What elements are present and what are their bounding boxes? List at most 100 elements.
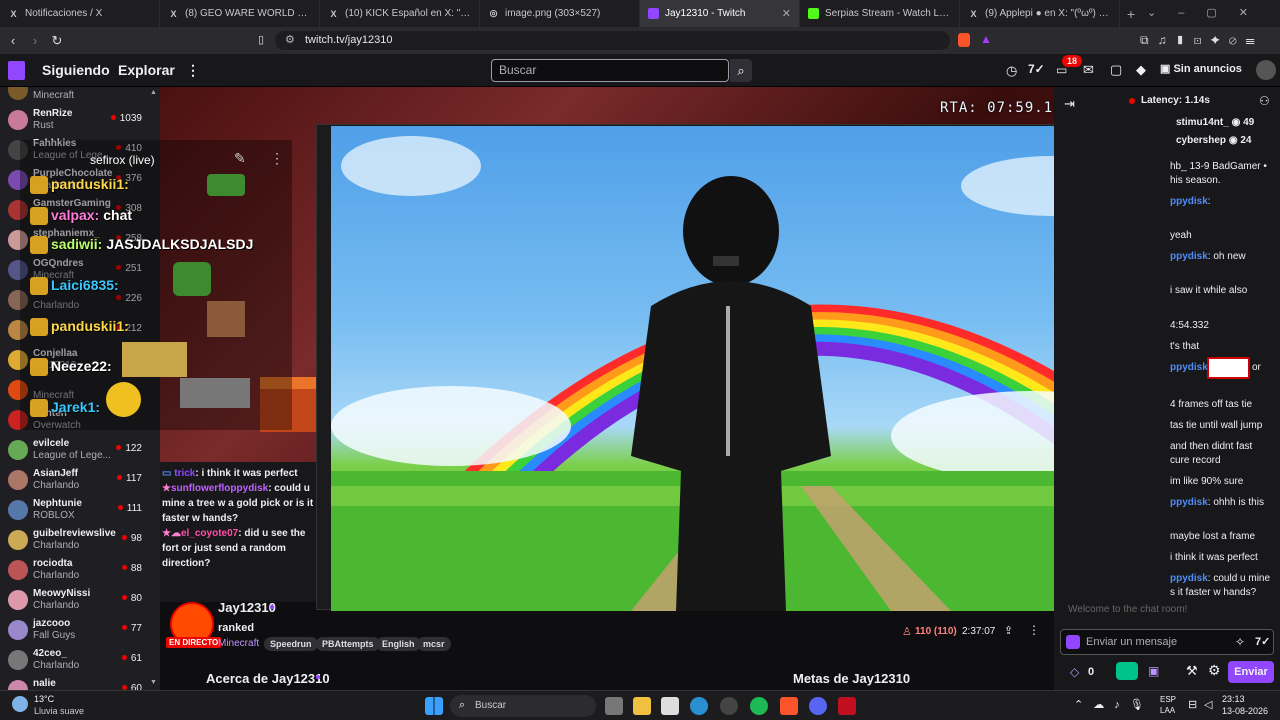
site-info-icon[interactable]: ⚙: [285, 31, 295, 50]
browser-tab-active[interactable]: Jay12310 - Twitch ✕: [640, 0, 800, 27]
sidebar-channel[interactable]: Minecraft: [0, 87, 160, 105]
snipping-tool-icon[interactable]: [661, 697, 679, 715]
settings-icon[interactable]: ⚙: [1208, 662, 1221, 679]
back-icon[interactable]: ‹: [2, 33, 24, 48]
seventv-icon[interactable]: 7✓: [1028, 62, 1045, 76]
brave-shield-icon[interactable]: [958, 33, 970, 47]
whispers-icon[interactable]: ▢: [1110, 62, 1122, 78]
badge-icon: [30, 318, 48, 337]
game-link[interactable]: Minecraft: [218, 638, 259, 649]
tag-chip[interactable]: PBAttempts: [316, 637, 380, 651]
browse-link[interactable]: Explorar: [118, 62, 175, 78]
tag-chip[interactable]: mcsr: [417, 637, 451, 651]
task-view-icon[interactable]: [605, 697, 623, 715]
timer-icon[interactable]: ◷: [1006, 63, 1017, 79]
windows-start-icon[interactable]: [425, 697, 443, 715]
search-input[interactable]: Buscar: [491, 59, 729, 82]
tag-chip[interactable]: Speedrun: [264, 637, 318, 651]
sidebar-channel[interactable]: nalie 60: [0, 675, 160, 690]
mail-icon[interactable]: ✉: [1083, 62, 1094, 78]
chat-username[interactable]: ppydisk: [1170, 497, 1208, 508]
chat-message: 4:54.332: [1170, 320, 1209, 331]
reload-icon[interactable]: ↻: [46, 33, 68, 49]
chat-text: JASJDALKSDJALSDJ: [106, 236, 254, 252]
tag-chip[interactable]: English: [376, 637, 421, 651]
weather-temp[interactable]: 13°C: [34, 694, 54, 704]
spotify-icon[interactable]: [750, 697, 768, 715]
following-link[interactable]: Siguiendo: [42, 62, 110, 78]
brave-rewards-icon[interactable]: ▲: [980, 32, 992, 46]
sidebar-channel[interactable]: MeowyNissi Charlando 80: [0, 585, 160, 615]
browser-tab[interactable]: X Notificaciones / X: [0, 0, 160, 27]
weather-icon[interactable]: [12, 696, 28, 712]
emote-picker-icon[interactable]: ✧: [1235, 635, 1245, 649]
no-ads-button[interactable]: ▣ Sin anuncios: [1160, 62, 1242, 75]
obs-icon[interactable]: [720, 697, 738, 715]
extension-icons[interactable]: ⧉♫▮⊡✦⊘☰: [1140, 33, 1264, 48]
sidebar-channel[interactable]: evilcele League of Lege... 122: [0, 435, 160, 465]
prediction-button[interactable]: [1116, 662, 1138, 680]
browser-tab[interactable]: ◎ image.png (303×527): [480, 0, 640, 27]
browser-tab[interactable]: Serpias Stream - Watch Live on Kick: [800, 0, 960, 27]
scroll-down-icon[interactable]: ▼: [150, 679, 157, 686]
chat-username[interactable]: ppydisk: [1170, 362, 1208, 373]
sidebar-channel[interactable]: guibelreviewslive Charlando 98: [0, 525, 160, 555]
browser-tab[interactable]: X (9) Applepi ● en X: "(ºωº) - ...: [960, 0, 1120, 27]
clock-time[interactable]: 23:13: [1222, 694, 1245, 704]
welcome-text: Welcome to the chat room!: [1068, 604, 1188, 615]
sidebar-channel[interactable]: jazcooo Fall Guys 77: [0, 615, 160, 645]
sidebar-channel[interactable]: Nephtunie ROBLOX 111: [0, 495, 160, 525]
brave-icon[interactable]: [780, 697, 798, 715]
scroll-up-icon[interactable]: ▲: [150, 89, 157, 96]
language[interactable]: ESP: [1160, 695, 1176, 704]
edge-icon[interactable]: [690, 697, 708, 715]
browser-tab[interactable]: X(8) GEO WARE WORLD en X: "¿Y jug: [160, 0, 320, 27]
language-variant[interactable]: LAA: [1160, 706, 1175, 715]
discord-icon[interactable]: [809, 697, 827, 715]
close-tab-icon[interactable]: ✕: [782, 7, 791, 20]
url-field[interactable]: ⚙ twitch.tv/jay12310: [275, 31, 950, 50]
seventv-emote-icon[interactable]: 7✓: [1255, 635, 1270, 648]
avatar[interactable]: [1256, 60, 1276, 80]
more-menu-icon[interactable]: ⋮: [186, 62, 200, 79]
bits-icon[interactable]: ◆: [1136, 62, 1146, 78]
new-tab-button[interactable]: +: [1120, 6, 1142, 22]
taskbar-search[interactable]: ⌕ Buscar: [450, 695, 596, 717]
browser-tab[interactable]: X(10) KICK Español en X: "solo puedo: [320, 0, 480, 27]
clock-date[interactable]: 13-08-2026: [1222, 706, 1268, 716]
sidebar-channel[interactable]: RenRize Rust 1039: [0, 105, 160, 135]
chat-username[interactable]: ppydisk: [1170, 573, 1208, 584]
more-options-icon[interactable]: ⋮: [1028, 623, 1040, 637]
twitch-logo-icon[interactable]: [8, 61, 25, 80]
chat-message: ppydisk: oh new: [1170, 251, 1246, 262]
send-button[interactable]: Enviar: [1228, 661, 1274, 683]
volume-icon[interactable]: ◁: [1204, 698, 1212, 711]
gift-icon[interactable]: ▣: [1148, 664, 1159, 678]
channel-game: Fall Guys: [33, 630, 76, 641]
search-button[interactable]: ⌕: [730, 59, 752, 82]
network-icon[interactable]: ⊟: [1188, 698, 1197, 711]
chat-username[interactable]: ppydisk: [1170, 251, 1208, 262]
weather-desc[interactable]: Lluvia suave: [34, 706, 84, 716]
collapse-icon[interactable]: ⇥: [1064, 96, 1075, 112]
goals-heading: Metas de Jay12310: [793, 671, 911, 686]
eye-icon: ◉: [1228, 135, 1238, 146]
sidebar-channel[interactable]: rociodta Charlando 88: [0, 555, 160, 585]
forward-icon[interactable]: ›: [24, 33, 46, 48]
sidebar-channel[interactable]: AsianJeff Charlando 117: [0, 465, 160, 495]
chat-text: i saw it while also: [1170, 285, 1248, 296]
share-icon[interactable]: ⇪: [1004, 624, 1013, 637]
tools-icon[interactable]: ⚒: [1186, 663, 1198, 679]
chat-username[interactable]: ppydisk: [1170, 196, 1208, 207]
tray-icons[interactable]: ⌃☁♪🎙: [1074, 698, 1154, 711]
chat-message: ppydisk:: [1170, 196, 1211, 207]
app-icon[interactable]: [838, 697, 856, 715]
sidebar-channel[interactable]: 42ceo_ Charlando 61: [0, 645, 160, 675]
users-icon[interactable]: ⚇: [1259, 94, 1270, 108]
chat-text: t's that: [1170, 341, 1200, 352]
channel-game: Charlando: [33, 570, 80, 581]
file-explorer-icon[interactable]: [633, 697, 651, 715]
bookmark-icon[interactable]: ▯: [258, 33, 264, 46]
chat-input[interactable]: Enviar un mensaje ✧ 7✓: [1060, 629, 1274, 655]
channel-name[interactable]: Jay12310: [218, 600, 276, 615]
